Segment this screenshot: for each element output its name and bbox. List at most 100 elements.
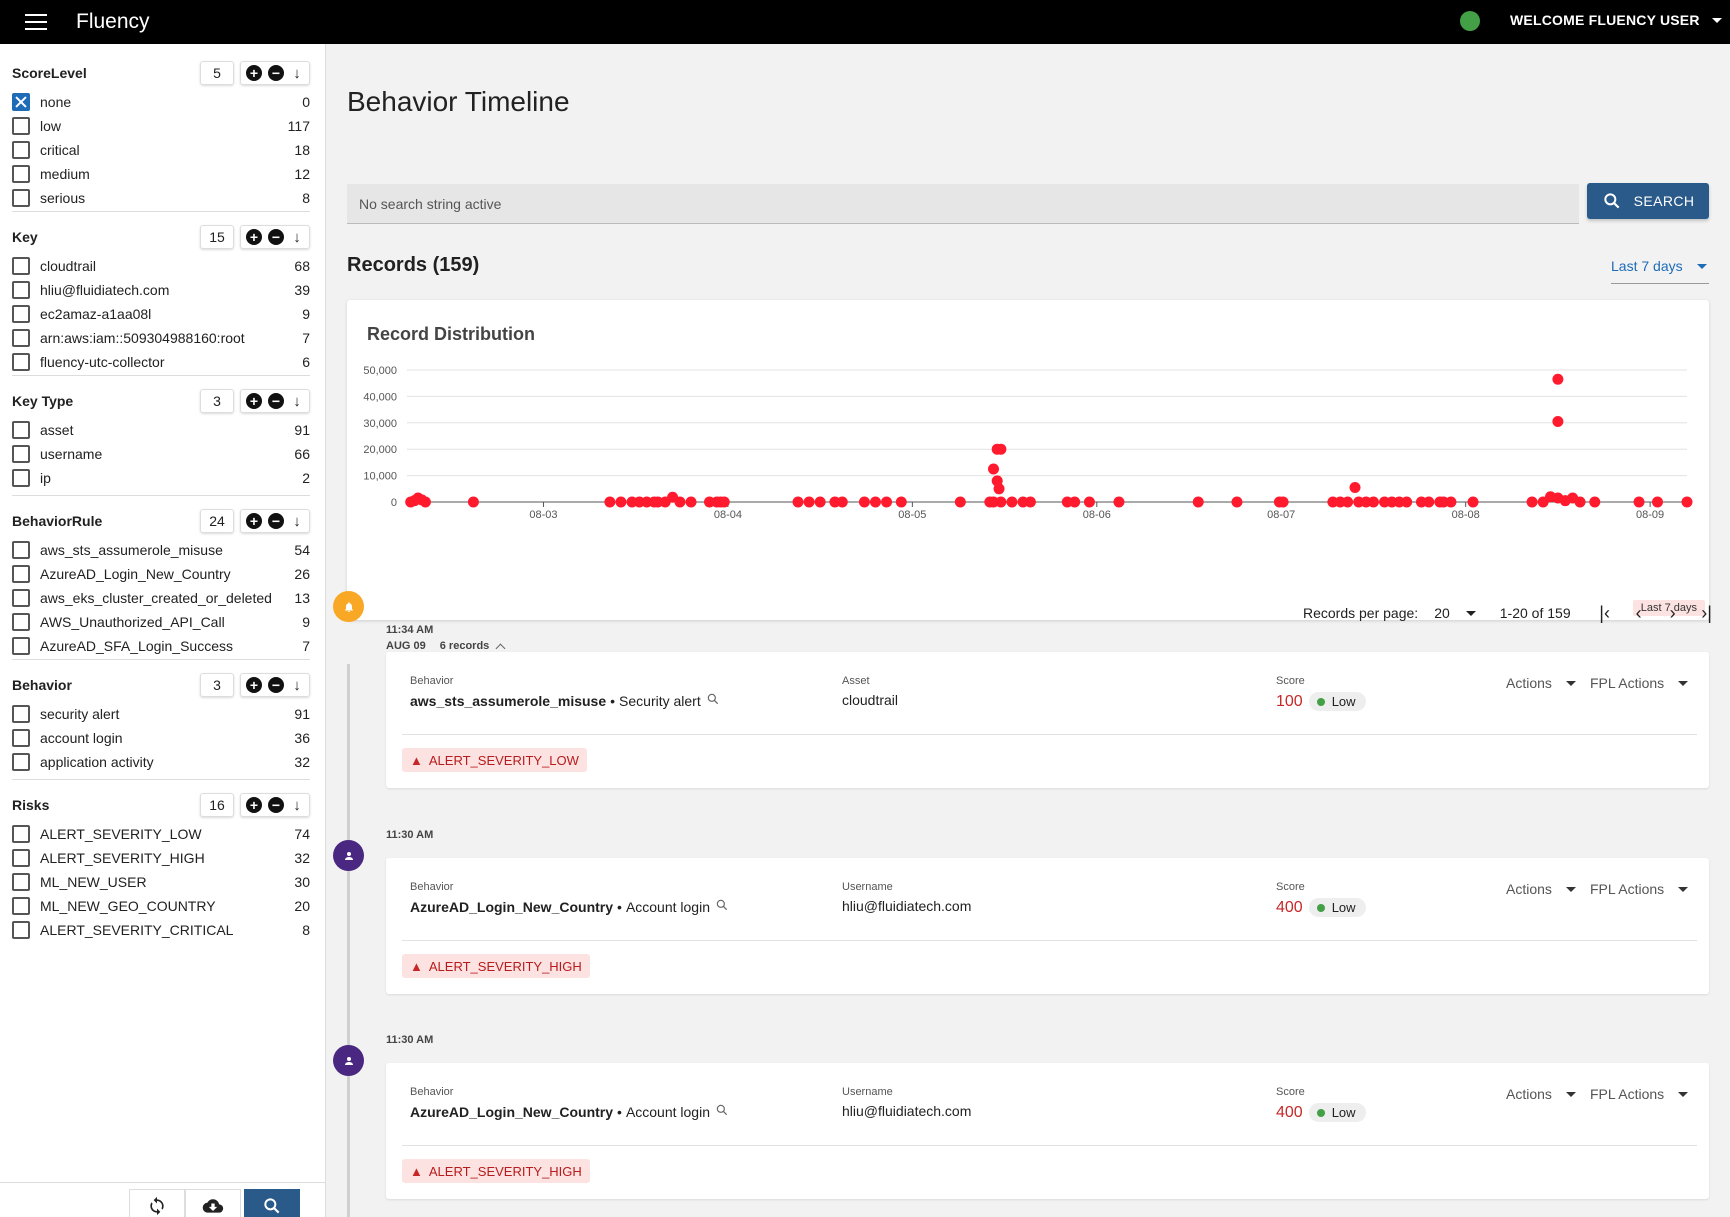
facet-option[interactable]: low 117	[12, 114, 310, 138]
checkbox[interactable]	[12, 281, 30, 299]
checkbox[interactable]	[12, 541, 30, 559]
facet-option[interactable]: asset 91	[12, 418, 310, 442]
arrow-down-icon[interactable]: ↓	[289, 797, 305, 814]
facet-limit-input[interactable]: 15	[200, 225, 234, 249]
sidebar-search-button[interactable]	[244, 1189, 300, 1217]
checkbox[interactable]	[12, 353, 30, 371]
checkbox[interactable]	[12, 189, 30, 207]
checkbox[interactable]	[12, 93, 30, 111]
actions-menu[interactable]: Actions	[1506, 881, 1576, 897]
first-page-icon[interactable]: |‹	[1593, 603, 1617, 624]
plus-circle-icon[interactable]: +	[246, 229, 262, 245]
facet-limit-input[interactable]: 3	[200, 673, 234, 697]
checkbox[interactable]	[12, 329, 30, 347]
checkbox[interactable]	[12, 305, 30, 323]
checkbox[interactable]	[12, 117, 30, 135]
arrow-down-icon[interactable]: ↓	[289, 65, 305, 82]
arrow-down-icon[interactable]: ↓	[289, 677, 305, 694]
facet-option[interactable]: serious 8	[12, 186, 310, 210]
checkbox[interactable]	[12, 897, 30, 915]
minus-circle-icon[interactable]: −	[268, 65, 284, 81]
checkbox[interactable]	[12, 873, 30, 891]
arrow-down-icon[interactable]: ↓	[289, 393, 305, 410]
fpl-actions-menu[interactable]: FPL Actions	[1590, 881, 1689, 897]
arrow-down-icon[interactable]: ↓	[289, 229, 305, 246]
facet-limit-input[interactable]: 5	[200, 61, 234, 85]
prev-page-icon[interactable]: ‹	[1627, 603, 1651, 624]
refresh-button[interactable]	[129, 1189, 185, 1217]
risk-chip[interactable]: ▲ ALERT_SEVERITY_HIGH	[402, 954, 590, 978]
facet-option[interactable]: username 66	[12, 442, 310, 466]
checkbox[interactable]	[12, 753, 30, 771]
facet-option[interactable]: cloudtrail 68	[12, 254, 310, 278]
actions-menu[interactable]: Actions	[1506, 675, 1576, 691]
plus-circle-icon[interactable]: +	[246, 65, 262, 81]
minus-circle-icon[interactable]: −	[268, 677, 284, 693]
plus-circle-icon[interactable]: +	[246, 677, 262, 693]
facet-option[interactable]: ML_NEW_GEO_COUNTRY 20	[12, 894, 310, 918]
facet-option[interactable]: none 0	[12, 90, 310, 114]
facet-option[interactable]: ec2amaz-a1aa08l 9	[12, 302, 310, 326]
day-header[interactable]: AUG 09 6 records	[386, 640, 506, 653]
facet-option[interactable]: security alert 91	[12, 702, 310, 726]
facet-limit-input[interactable]: 16	[200, 793, 234, 817]
checkbox[interactable]	[12, 165, 30, 183]
minus-circle-icon[interactable]: −	[268, 393, 284, 409]
risk-chip[interactable]: ▲ ALERT_SEVERITY_HIGH	[402, 1159, 590, 1183]
checkbox[interactable]	[12, 921, 30, 939]
checkbox[interactable]	[12, 613, 30, 631]
checkbox[interactable]	[12, 141, 30, 159]
facet-option[interactable]: ALERT_SEVERITY_LOW 74	[12, 822, 310, 846]
download-button[interactable]	[185, 1189, 241, 1217]
facet-option[interactable]: ALERT_SEVERITY_HIGH 32	[12, 846, 310, 870]
search-input[interactable]	[347, 195, 1579, 212]
facet-option[interactable]: ALERT_SEVERITY_CRITICAL 8	[12, 918, 310, 942]
facet-option[interactable]: ip 2	[12, 466, 310, 490]
fpl-actions-menu[interactable]: FPL Actions	[1590, 1086, 1689, 1102]
search-icon[interactable]	[715, 898, 729, 915]
plus-circle-icon[interactable]: +	[246, 393, 262, 409]
facet-option[interactable]: account login 36	[12, 726, 310, 750]
checkbox[interactable]	[12, 589, 30, 607]
checkbox[interactable]	[12, 469, 30, 487]
checkbox[interactable]	[12, 729, 30, 747]
plus-circle-icon[interactable]: +	[246, 513, 262, 529]
facet-option[interactable]: aws_sts_assumerole_misuse 54	[12, 538, 310, 562]
facet-limit-input[interactable]: 3	[200, 389, 234, 413]
plus-circle-icon[interactable]: +	[246, 797, 262, 813]
search-button[interactable]: SEARCH	[1587, 183, 1709, 219]
facet-option[interactable]: medium 12	[12, 162, 310, 186]
facet-option[interactable]: ML_NEW_USER 30	[12, 870, 310, 894]
minus-circle-icon[interactable]: −	[268, 229, 284, 245]
facet-option[interactable]: fluency-utc-collector 6	[12, 350, 310, 374]
facet-limit-input[interactable]: 24	[200, 509, 234, 533]
next-page-icon[interactable]: ›	[1661, 603, 1685, 624]
facet-option[interactable]: AzureAD_SFA_Login_Success 7	[12, 634, 310, 658]
facet-option[interactable]: AWS_Unauthorized_API_Call 9	[12, 610, 310, 634]
checkbox[interactable]	[12, 705, 30, 723]
facet-option[interactable]: arn:aws:iam::509304988160:root 7	[12, 326, 310, 350]
per-page-select[interactable]: 20	[1434, 605, 1476, 621]
facet-option[interactable]: critical 18	[12, 138, 310, 162]
checkbox[interactable]	[12, 565, 30, 583]
minus-circle-icon[interactable]: −	[268, 513, 284, 529]
minus-circle-icon[interactable]: −	[268, 797, 284, 813]
checkbox[interactable]	[12, 849, 30, 867]
arrow-down-icon[interactable]: ↓	[289, 513, 305, 530]
user-menu[interactable]: WELCOME FLUENCY USER	[1510, 12, 1722, 28]
last-page-icon[interactable]: ›|	[1695, 603, 1719, 624]
facet-option[interactable]: hliu@fluidiatech.com 39	[12, 278, 310, 302]
search-icon[interactable]	[715, 1103, 729, 1120]
facet-option[interactable]: application activity 32	[12, 750, 310, 774]
fpl-actions-menu[interactable]: FPL Actions	[1590, 675, 1689, 691]
actions-menu[interactable]: Actions	[1506, 1086, 1576, 1102]
facet-option[interactable]: AzureAD_Login_New_Country 26	[12, 562, 310, 586]
risk-chip[interactable]: ▲ ALERT_SEVERITY_LOW	[402, 748, 587, 772]
facet-option[interactable]: aws_eks_cluster_created_or_deleted 13	[12, 586, 310, 610]
search-icon[interactable]	[706, 692, 720, 709]
checkbox[interactable]	[12, 445, 30, 463]
checkbox[interactable]	[12, 257, 30, 275]
checkbox[interactable]	[12, 825, 30, 843]
checkbox[interactable]	[12, 421, 30, 439]
time-range-select[interactable]: Last 7 days	[1611, 254, 1709, 284]
